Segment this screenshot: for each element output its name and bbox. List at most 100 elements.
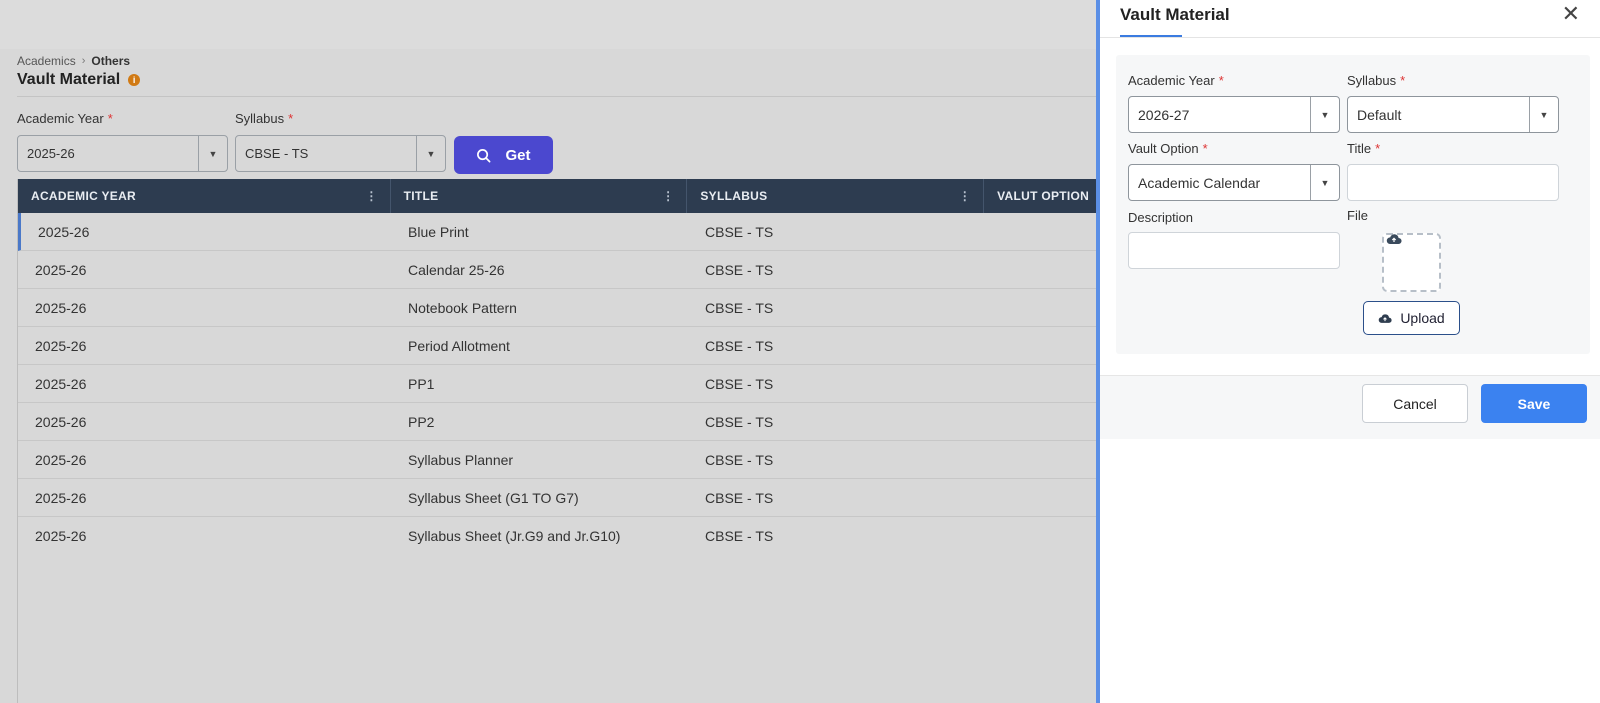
cell-title: Syllabus Sheet (Jr.G9 and Jr.G10) — [408, 528, 621, 544]
column-header-label: VALUT OPTION — [997, 189, 1090, 203]
table-row[interactable]: 2025-26 Blue Print CBSE - TS — [18, 213, 1097, 251]
vault-option-select[interactable]: Academic Calendar ▼ — [1128, 164, 1340, 201]
form-panel: Academic Year * 2026-27 ▼ Syllabus * Defau… — [1116, 55, 1590, 354]
column-header-label: SYLLABUS — [700, 189, 768, 203]
save-button[interactable]: Save — [1481, 384, 1587, 423]
table-row[interactable]: 2025-26 Period Allotment CBSE - TS — [18, 327, 1097, 365]
close-icon[interactable]: ✕ — [1562, 3, 1580, 25]
drawer-title-underline — [1120, 35, 1182, 37]
vault-option-value: Academic Calendar — [1138, 174, 1261, 191]
breadcrumb: Academics › Others — [17, 54, 130, 68]
description-label: Description — [1128, 210, 1194, 225]
vault-material-grid: ACADEMIC YEAR ⋮ TITLE ⋮ SYLLABUS ⋮ VALUT… — [17, 179, 1097, 703]
chevron-right-icon: › — [81, 55, 86, 67]
column-header-title[interactable]: TITLE ⋮ — [391, 179, 688, 213]
cell-syllabus: CBSE - TS — [705, 299, 774, 316]
column-menu-icon[interactable]: ⋮ — [365, 189, 377, 203]
column-header-syllabus[interactable]: SYLLABUS ⋮ — [687, 179, 985, 213]
cell-academic-year: 2025-26 — [38, 223, 90, 240]
table-row[interactable]: 2025-26 Notebook Pattern CBSE - TS — [18, 289, 1097, 327]
table-row[interactable]: 2025-26 Syllabus Planner CBSE - TS — [18, 441, 1097, 479]
vault-material-drawer: Vault Material ✕ Academic Year * 2026-27 … — [1096, 0, 1600, 703]
syllabus-label: Syllabus * — [235, 111, 293, 126]
get-button[interactable]: Get — [454, 136, 553, 174]
drawer-academic-year-value: 2026-27 — [1138, 106, 1190, 123]
caret-down-icon[interactable]: ▼ — [1529, 97, 1558, 132]
column-menu-icon[interactable]: ⋮ — [662, 189, 674, 203]
required-mark: * — [1400, 73, 1406, 88]
cell-title: Syllabus Sheet (G1 TO G7) — [408, 489, 579, 506]
description-input[interactable] — [1128, 232, 1340, 269]
page-title: Vault Material i — [17, 71, 141, 89]
table-row[interactable]: 2025-26 Syllabus Sheet (Jr.G9 and Jr.G10… — [18, 517, 1097, 555]
info-icon[interactable]: i — [128, 74, 141, 86]
cloud-upload-icon — [1386, 234, 1402, 245]
drawer-syllabus-label-text: Syllabus — [1347, 73, 1397, 88]
cancel-button[interactable]: Cancel — [1362, 384, 1468, 423]
column-header-label: TITLE — [403, 189, 439, 203]
search-icon — [477, 148, 491, 162]
cell-syllabus: CBSE - TS — [705, 413, 774, 430]
required-mark: * — [1375, 141, 1381, 156]
column-header-academic-year[interactable]: ACADEMIC YEAR ⋮ — [18, 179, 391, 213]
caret-down-icon[interactable]: ▼ — [198, 136, 227, 171]
required-mark: * — [1202, 141, 1208, 156]
drawer-academic-year-label: Academic Year * — [1128, 73, 1224, 88]
cell-academic-year: 2025-26 — [35, 337, 87, 354]
upload-button-label: Upload — [1400, 310, 1445, 326]
title-field-label-text: Title — [1347, 141, 1372, 156]
grid-header: ACADEMIC YEAR ⋮ TITLE ⋮ SYLLABUS ⋮ VALUT… — [18, 179, 1097, 213]
drawer-academic-year-select[interactable]: 2026-27 ▼ — [1128, 96, 1340, 133]
academic-year-label-text: Academic Year — [17, 111, 104, 126]
title-field-label: Title * — [1347, 141, 1380, 156]
cell-title: PP2 — [408, 413, 435, 430]
cell-title: Blue Print — [408, 223, 469, 240]
cell-syllabus: CBSE - TS — [705, 451, 774, 468]
cell-academic-year: 2025-26 — [35, 375, 87, 392]
upload-button[interactable]: Upload — [1363, 301, 1460, 335]
drawer-syllabus-select[interactable]: Default ▼ — [1347, 96, 1559, 133]
syllabus-value: CBSE - TS — [245, 146, 309, 161]
table-row[interactable]: 2025-26 Syllabus Sheet (G1 TO G7) CBSE -… — [18, 479, 1097, 517]
vault-option-label-text: Vault Option — [1128, 141, 1199, 156]
drawer-title: Vault Material — [1120, 5, 1230, 24]
academic-year-select[interactable]: 2025-26 ▼ — [17, 135, 228, 172]
vault-option-label: Vault Option * — [1128, 141, 1208, 156]
breadcrumb-parent[interactable]: Academics — [17, 54, 76, 68]
file-label: File — [1347, 208, 1368, 223]
syllabus-label-text: Syllabus — [235, 111, 285, 126]
table-row[interactable]: 2025-26 Calendar 25-26 CBSE - TS — [18, 251, 1097, 289]
caret-down-icon[interactable]: ▼ — [1310, 97, 1339, 132]
file-drop-zone[interactable] — [1382, 233, 1441, 292]
cell-academic-year: 2025-26 — [35, 489, 87, 506]
drawer-academic-year-label-text: Academic Year — [1128, 73, 1215, 88]
cell-syllabus: CBSE - TS — [705, 261, 774, 278]
breadcrumb-current: Others — [91, 54, 131, 68]
cloud-upload-icon — [1379, 313, 1392, 323]
title-input[interactable] — [1347, 164, 1559, 201]
column-menu-icon[interactable]: ⋮ — [959, 189, 971, 203]
cell-syllabus: CBSE - TS — [705, 375, 774, 392]
cell-syllabus: CBSE - TS — [705, 223, 774, 240]
title-divider — [17, 96, 1097, 97]
cell-syllabus: CBSE - TS — [705, 489, 774, 506]
caret-down-icon[interactable]: ▼ — [1310, 165, 1339, 200]
cell-academic-year: 2025-26 — [35, 261, 87, 278]
cell-academic-year: 2025-26 — [35, 528, 87, 544]
cell-academic-year: 2025-26 — [35, 413, 87, 430]
cell-title: Period Allotment — [408, 337, 510, 354]
column-header-vault-option[interactable]: VALUT OPTION — [984, 179, 1097, 213]
academic-year-label: Academic Year * — [17, 111, 113, 126]
cell-academic-year: 2025-26 — [35, 299, 87, 316]
cell-syllabus: CBSE - TS — [705, 337, 774, 354]
cell-title: Notebook Pattern — [408, 299, 517, 316]
syllabus-select[interactable]: CBSE - TS ▼ — [235, 135, 446, 172]
cell-title: PP1 — [408, 375, 435, 392]
table-row[interactable]: 2025-26 PP2 CBSE - TS — [18, 403, 1097, 441]
drawer-syllabus-label: Syllabus * — [1347, 73, 1405, 88]
cell-academic-year: 2025-26 — [35, 451, 87, 468]
table-row[interactable]: 2025-26 PP1 CBSE - TS — [18, 365, 1097, 403]
caret-down-icon[interactable]: ▼ — [416, 136, 445, 171]
drawer-header: Vault Material ✕ — [1100, 0, 1600, 38]
column-header-label: ACADEMIC YEAR — [31, 189, 137, 203]
